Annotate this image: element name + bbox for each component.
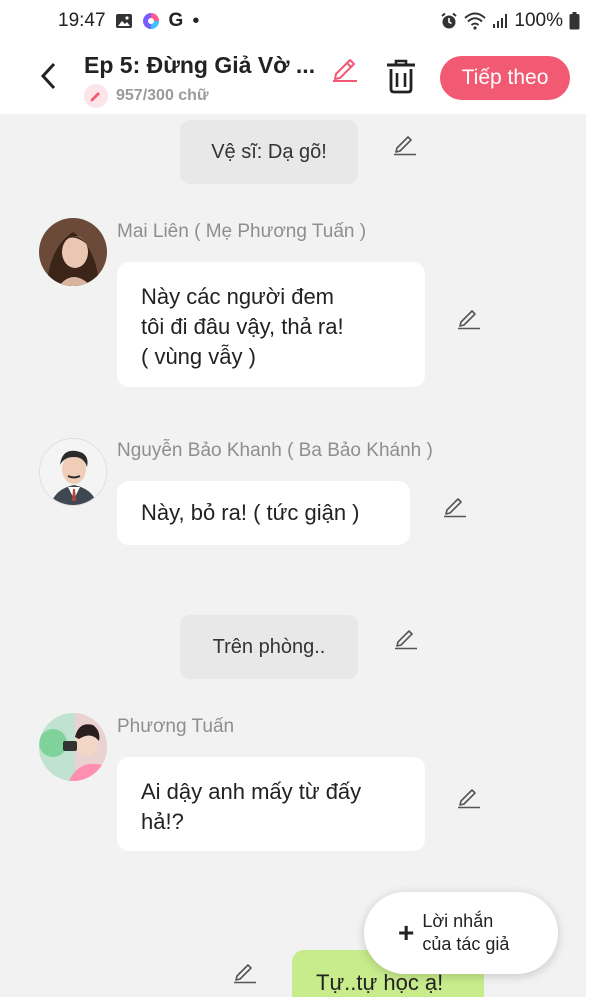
status-time: 19:47 — [58, 10, 106, 31]
wifi-icon — [464, 12, 487, 30]
plus-icon: + — [398, 917, 415, 948]
pencil-icon — [234, 964, 256, 984]
edit-message-button[interactable] — [392, 130, 418, 156]
pencil-icon — [458, 310, 480, 330]
episode-title[interactable]: Ep 5: Đừng Giả Vờ ... — [84, 52, 316, 79]
app-header: Ep 5: Đừng Giả Vờ ... 957/300 chữ Tiếp t… — [0, 42, 600, 114]
dot-icon: • — [192, 9, 200, 32]
edit-message-button[interactable] — [232, 958, 258, 984]
pencil-icon — [395, 630, 417, 650]
speech-bubble[interactable]: Ai dậy anh mấy từ đấy hả!? — [117, 757, 425, 851]
message-line: tôi đi đâu vậy, thả ra! — [141, 314, 344, 339]
battery-icon — [569, 12, 580, 30]
message-line: hả!? — [141, 809, 184, 834]
chevron-left-icon — [40, 62, 56, 90]
back-button[interactable] — [34, 60, 62, 92]
author-note-label: Lời nhắn của tác giả — [422, 910, 509, 956]
pencil-icon — [394, 136, 416, 156]
message-line: Ai dậy anh mấy từ đấy — [141, 779, 362, 804]
speech-bubble[interactable]: Này các người đem tôi đi đâu vậy, thả ra… — [117, 262, 425, 387]
trash-icon — [387, 59, 415, 94]
edit-message-button[interactable] — [442, 492, 468, 518]
status-bar: 19:47 G • 100% — [0, 0, 600, 42]
signal-icon — [492, 13, 508, 29]
color-wheel-icon — [142, 12, 160, 30]
word-count-pencil-icon — [84, 84, 108, 108]
speaker-name: Phương Tuấn — [117, 716, 235, 737]
alarm-icon — [440, 12, 458, 30]
gallery-icon — [115, 13, 133, 29]
avatar[interactable] — [39, 218, 107, 286]
author-note-line1: Lời nhắn — [422, 911, 494, 931]
word-count: 957/300 chữ — [116, 87, 209, 104]
edit-title-button[interactable] — [330, 52, 360, 82]
pencil-icon — [333, 59, 357, 82]
scroll-edge — [586, 114, 600, 997]
edit-message-button[interactable] — [456, 304, 482, 330]
delete-button[interactable] — [384, 58, 418, 94]
narration-bubble[interactable]: Trên phòng.. — [180, 615, 358, 679]
author-note-line2: của tác giả — [422, 934, 510, 954]
edit-message-button[interactable] — [393, 624, 419, 650]
edit-message-button[interactable] — [456, 783, 482, 809]
battery-percent: 100% — [514, 10, 563, 31]
speaker-name: Mai Liên ( Mẹ Phương Tuấn ) — [117, 221, 367, 242]
next-button[interactable]: Tiếp theo — [440, 56, 570, 100]
word-count-row: 957/300 chữ — [84, 84, 209, 108]
pencil-icon — [458, 789, 480, 809]
narration-text: Trên phòng.. — [212, 635, 326, 658]
avatar[interactable] — [39, 438, 107, 506]
speech-bubble[interactable]: Này, bỏ ra! ( tức giận ) — [117, 481, 410, 545]
speaker-name: Nguyễn Bảo Khanh ( Ba Bảo Khánh ) — [117, 440, 433, 461]
author-note-button[interactable]: + Lời nhắn của tác giả — [364, 892, 558, 974]
message-line: Này, bỏ ra! ( tức giận ) — [141, 500, 360, 525]
message-line: ( vùng vẫy ) — [141, 344, 256, 369]
pencil-icon — [444, 498, 466, 518]
narration-text: Vệ sĩ: Dạ gõ! — [211, 140, 327, 163]
google-icon: G — [168, 10, 184, 31]
message-line: Này các người đem — [141, 284, 335, 309]
avatar[interactable] — [39, 713, 107, 781]
narration-bubble[interactable]: Vệ sĩ: Dạ gõ! — [180, 120, 358, 184]
